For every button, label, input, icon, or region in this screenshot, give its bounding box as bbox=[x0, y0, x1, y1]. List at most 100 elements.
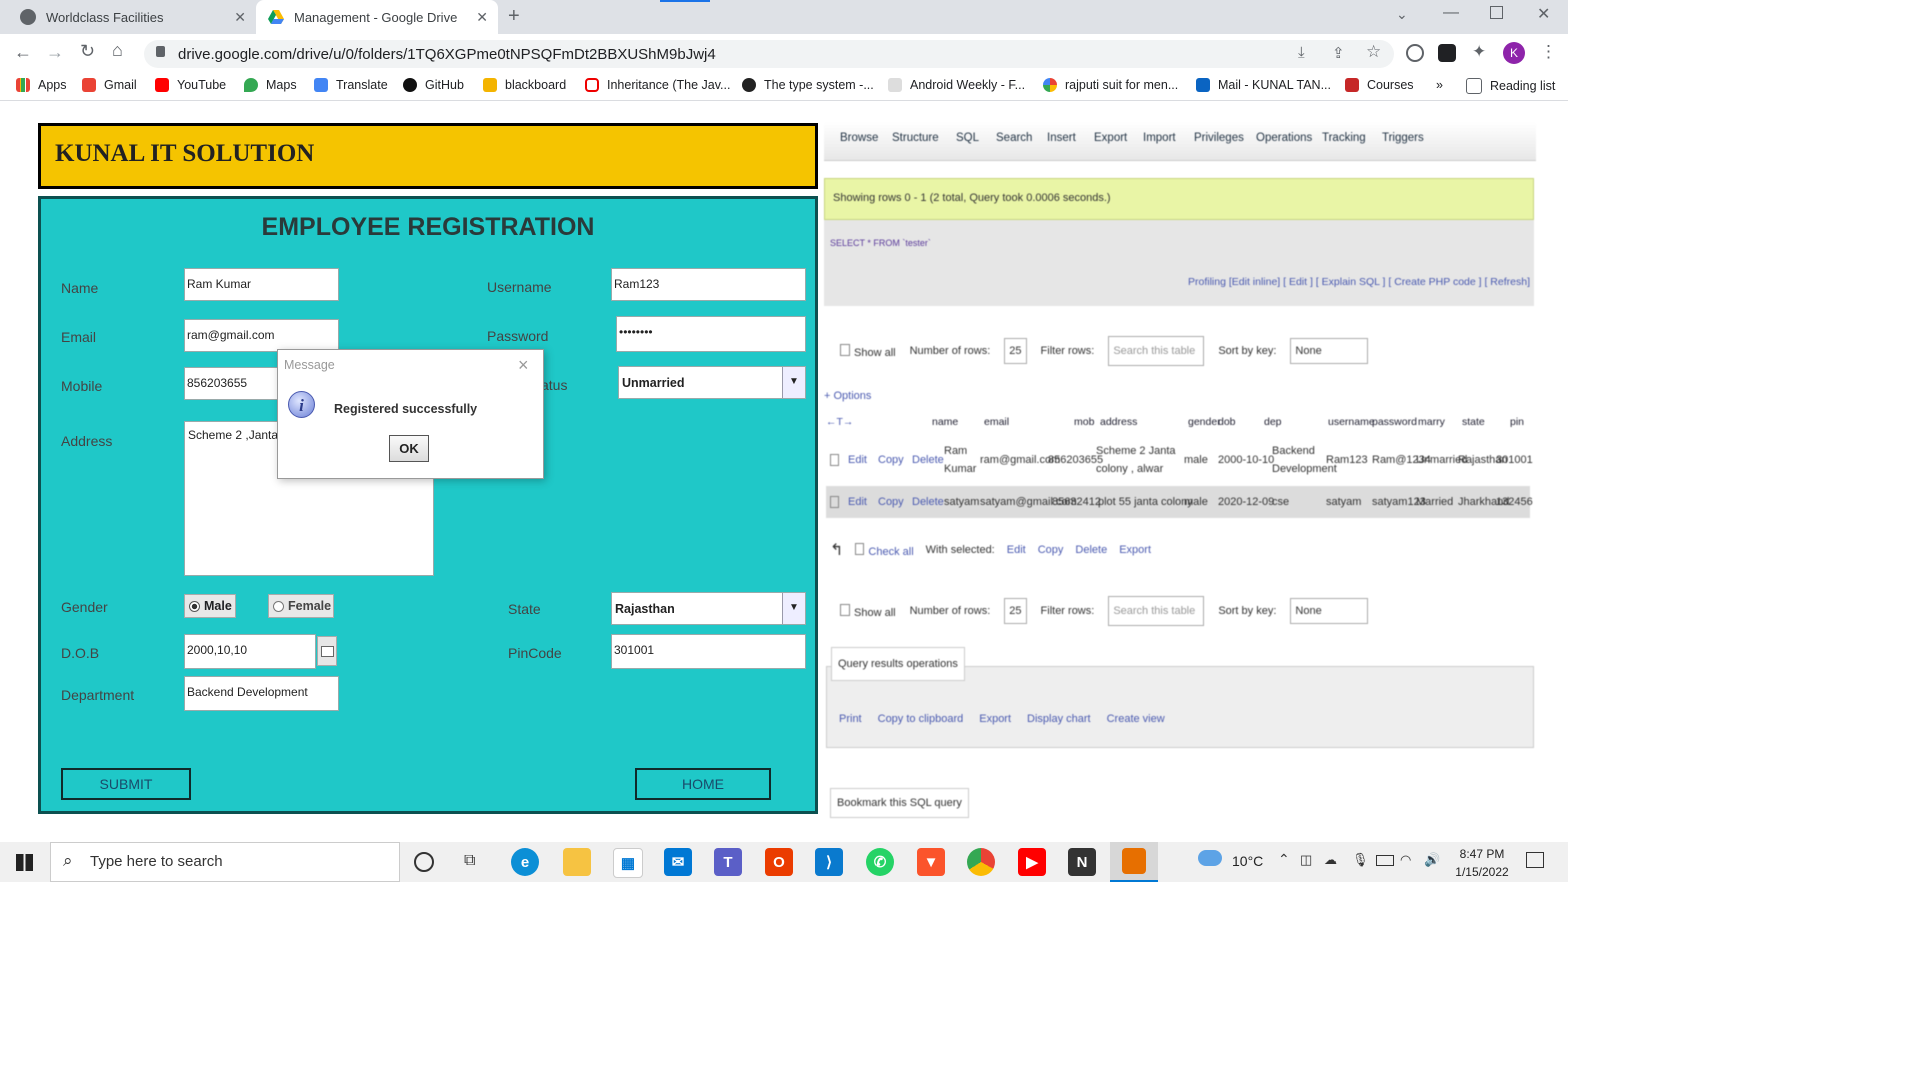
bookmark-blackboard[interactable]: blackboard bbox=[483, 78, 566, 92]
pma-show-all[interactable]: Show all bbox=[840, 603, 896, 619]
chrome-icon[interactable] bbox=[967, 848, 995, 876]
bookmark-type-system[interactable]: The type system -... bbox=[742, 78, 874, 92]
bookmark-courses[interactable]: Courses bbox=[1345, 78, 1414, 92]
gender-female-radio[interactable]: Female bbox=[268, 594, 334, 618]
col-email[interactable]: email bbox=[984, 416, 1009, 428]
username-field[interactable]: Ram123 bbox=[611, 268, 806, 301]
status-combobox[interactable]: Unmarried ▼ bbox=[618, 366, 806, 399]
url-text[interactable]: drive.google.com/drive/u/0/folders/1TQ6X… bbox=[178, 46, 716, 63]
tab-google-drive[interactable]: Management - Google Drive ✕ bbox=[256, 0, 498, 34]
home-icon[interactable]: ⌂ bbox=[112, 40, 123, 61]
pma-tab-operations[interactable]: Operations bbox=[1256, 132, 1312, 144]
create-view-link[interactable]: Create view bbox=[1107, 713, 1165, 725]
store-icon[interactable]: ▦ bbox=[613, 848, 643, 878]
back-icon[interactable]: ← bbox=[14, 42, 32, 63]
java-app-taskbar-button[interactable] bbox=[1110, 842, 1158, 882]
meet-icon[interactable]: ◫ bbox=[1300, 852, 1312, 868]
table-row[interactable]: Edit Copy Delete Ram Kumar ram@gmail.com… bbox=[826, 436, 1533, 480]
new-tab-button[interactable]: + bbox=[508, 5, 520, 28]
bookmarks-overflow[interactable]: » bbox=[1436, 78, 1443, 92]
bookmark-rajputi-suit[interactable]: rajputi suit for men... bbox=[1043, 78, 1178, 92]
copy-clipboard-link[interactable]: Copy to clipboard bbox=[878, 713, 964, 725]
forward-icon[interactable]: → bbox=[46, 42, 64, 63]
close-tab-icon[interactable]: ✕ bbox=[476, 9, 488, 26]
whatsapp-icon[interactable]: ✆ bbox=[866, 848, 894, 876]
cortana-icon[interactable] bbox=[414, 852, 434, 872]
pma-tab-insert[interactable]: Insert bbox=[1047, 132, 1076, 144]
minimize-button[interactable]: — bbox=[1443, 4, 1459, 22]
pma-tab-structure[interactable]: Structure bbox=[892, 132, 939, 144]
row-delete-link[interactable]: Delete bbox=[912, 496, 944, 508]
edge-icon[interactable]: e bbox=[511, 848, 539, 876]
onedrive-icon[interactable]: ☁ bbox=[1324, 852, 1337, 868]
row-delete-link[interactable]: Delete bbox=[912, 454, 944, 466]
battery-icon[interactable] bbox=[1376, 855, 1394, 866]
tab-search-icon[interactable]: ⌄ bbox=[1396, 6, 1408, 23]
row-edit-link[interactable]: Edit bbox=[848, 496, 867, 508]
col-mob[interactable]: mob bbox=[1074, 416, 1094, 428]
col-state[interactable]: state bbox=[1462, 416, 1485, 428]
row-checkbox[interactable] bbox=[830, 496, 839, 508]
extension-icon[interactable] bbox=[1406, 44, 1424, 62]
pincode-field[interactable]: 301001 bbox=[611, 634, 806, 669]
bookmark-query[interactable]: Bookmark this SQL query bbox=[830, 788, 969, 818]
email-field[interactable]: ram@gmail.com bbox=[184, 319, 339, 352]
col-password[interactable]: password bbox=[1372, 416, 1417, 428]
vscode-icon[interactable]: ⟩ bbox=[815, 848, 843, 876]
sort-select[interactable]: None bbox=[1290, 598, 1369, 624]
row-checkbox[interactable] bbox=[830, 454, 839, 466]
dob-field[interactable]: 2000,10,10 bbox=[184, 634, 316, 669]
bulk-edit-link[interactable]: Edit bbox=[1007, 544, 1026, 556]
profile-avatar[interactable]: K bbox=[1503, 42, 1525, 64]
check-all-link[interactable]: Check all bbox=[855, 542, 914, 558]
dialog-close-icon[interactable]: × bbox=[518, 355, 529, 376]
filter-input[interactable]: Search this table bbox=[1108, 596, 1205, 626]
bookmark-translate[interactable]: Translate bbox=[314, 78, 388, 92]
pma-tab-tracking[interactable]: Tracking bbox=[1322, 132, 1366, 144]
reading-list[interactable]: Reading list bbox=[1466, 78, 1555, 94]
display-chart-link[interactable]: Display chart bbox=[1027, 713, 1091, 725]
install-icon[interactable]: ⤓ bbox=[1298, 44, 1305, 61]
col-dob[interactable]: dob bbox=[1218, 416, 1236, 428]
col-address[interactable]: address bbox=[1100, 416, 1137, 428]
bulk-export-link[interactable]: Export bbox=[1119, 544, 1151, 556]
maximize-button[interactable] bbox=[1490, 6, 1503, 19]
tab-worldclass[interactable]: Worldclass Facilities ✕ bbox=[8, 0, 256, 34]
pma-show-all[interactable]: Show all bbox=[840, 343, 896, 359]
col-gender[interactable]: gender bbox=[1188, 416, 1221, 428]
bulk-copy-link[interactable]: Copy bbox=[1038, 544, 1064, 556]
num-rows-select[interactable]: 25 bbox=[1004, 598, 1027, 624]
print-link[interactable]: Print bbox=[839, 713, 862, 725]
bulk-delete-link[interactable]: Delete bbox=[1075, 544, 1107, 556]
close-tab-icon[interactable]: ✕ bbox=[234, 9, 246, 26]
chevron-up-icon[interactable]: ⌃ bbox=[1278, 851, 1290, 868]
dropdown-arrow-icon[interactable]: ▼ bbox=[782, 367, 805, 398]
pma-tab-browse[interactable]: Browse bbox=[840, 132, 878, 144]
puzzle-icon[interactable]: ✦ bbox=[1472, 42, 1486, 62]
address-bar[interactable]: drive.google.com/drive/u/0/folders/1TQ6X… bbox=[144, 40, 1394, 68]
office-icon[interactable]: O bbox=[765, 848, 793, 876]
num-rows-select[interactable]: 25 bbox=[1004, 338, 1027, 364]
taskbar-search[interactable]: ⌕ Type here to search bbox=[50, 842, 400, 882]
pma-options[interactable]: + Options bbox=[824, 390, 871, 402]
ok-button[interactable]: OK bbox=[389, 435, 429, 462]
close-window-button[interactable]: ✕ bbox=[1537, 4, 1550, 24]
teams-icon[interactable]: T bbox=[714, 848, 742, 876]
file-explorer-icon[interactable] bbox=[563, 848, 591, 876]
notification-icon[interactable] bbox=[1526, 852, 1544, 868]
pma-tab-export[interactable]: Export bbox=[1094, 132, 1127, 144]
weather-temp[interactable]: 10°C bbox=[1232, 853, 1263, 869]
row-copy-link[interactable]: Copy bbox=[878, 454, 904, 466]
reload-icon[interactable]: ↻ bbox=[80, 41, 95, 62]
volume-icon[interactable]: 🔊 bbox=[1424, 852, 1440, 868]
pma-tab-sql[interactable]: SQL bbox=[956, 132, 979, 144]
bookmark-github[interactable]: GitHub bbox=[403, 78, 464, 92]
bookmark-youtube[interactable]: YouTube bbox=[155, 78, 226, 92]
youtube-app-icon[interactable]: ▶ bbox=[1018, 848, 1046, 876]
share-icon[interactable]: ⇪ bbox=[1332, 44, 1345, 62]
password-field[interactable]: •••••••• bbox=[616, 316, 806, 352]
extension-2-icon[interactable] bbox=[1438, 44, 1456, 62]
weather-cloud-icon[interactable] bbox=[1198, 850, 1222, 866]
col-pin[interactable]: pin bbox=[1510, 416, 1524, 428]
pma-tab-triggers[interactable]: Triggers bbox=[1382, 132, 1424, 144]
